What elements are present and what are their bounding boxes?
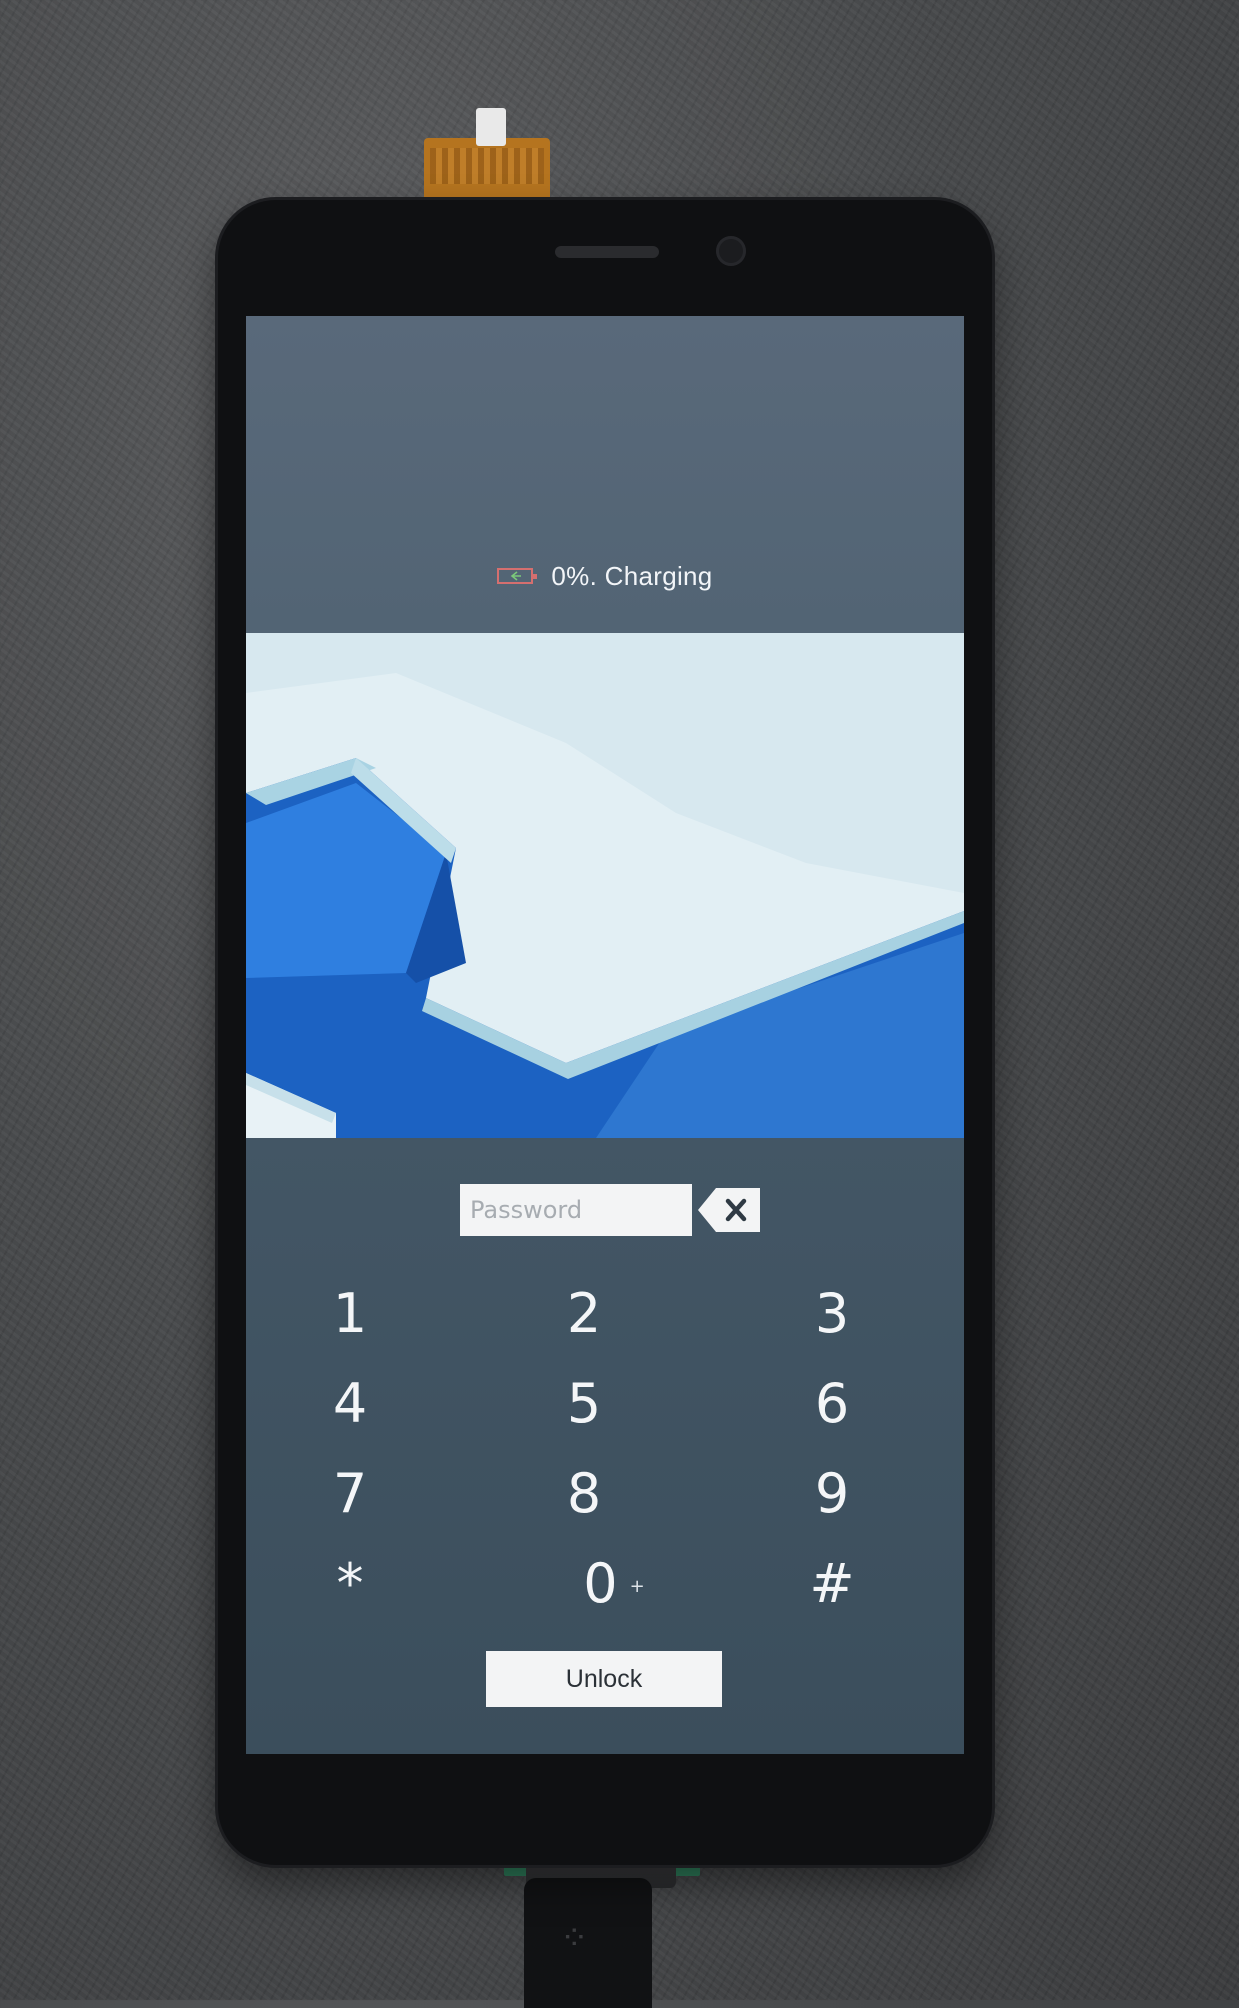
- key-label: 9: [814, 1461, 850, 1525]
- key-label: 7: [332, 1461, 368, 1525]
- lock-screen: 0%. Charging 1 2 3 4 5 6 7 8 9 * 0 + # U…: [246, 316, 964, 1754]
- backspace-icon[interactable]: [698, 1186, 760, 1234]
- key-label: 2: [566, 1281, 602, 1345]
- key-4[interactable]: 4: [290, 1368, 410, 1438]
- key-label: 3: [814, 1281, 850, 1345]
- unlock-button[interactable]: Unlock: [486, 1651, 722, 1707]
- key-label: 5: [566, 1371, 602, 1435]
- usb-cable: ⁘: [524, 1878, 652, 2008]
- key-label: 1: [332, 1281, 368, 1345]
- key-1[interactable]: 1: [290, 1278, 410, 1348]
- phone-device: 0%. Charging 1 2 3 4 5 6 7 8 9 * 0 + # U…: [218, 200, 992, 1865]
- key-9[interactable]: 9: [772, 1458, 892, 1528]
- key-3[interactable]: 3: [772, 1278, 892, 1348]
- key-label: 6: [814, 1371, 850, 1435]
- battery-charging-icon: [497, 568, 538, 584]
- key-label: 8: [566, 1461, 602, 1525]
- front-camera: [716, 236, 746, 266]
- battery-status-text: 0%. Charging: [551, 560, 713, 591]
- key-label: 0: [583, 1551, 618, 1615]
- key-label: #: [809, 1551, 855, 1615]
- key-8[interactable]: 8: [524, 1458, 644, 1528]
- key-hash[interactable]: #: [772, 1548, 892, 1618]
- key-2[interactable]: 2: [524, 1278, 644, 1348]
- usb-logo-icon: ⁘: [560, 1918, 589, 1958]
- unlock-panel: 1 2 3 4 5 6 7 8 9 * 0 + # Unlock: [246, 1138, 964, 1754]
- key-sub-label: +: [629, 1575, 645, 1597]
- key-star[interactable]: *: [290, 1548, 410, 1618]
- battery-status: 0%. Charging: [246, 556, 964, 596]
- key-label: *: [336, 1551, 364, 1615]
- key-0[interactable]: 0 +: [524, 1548, 674, 1618]
- flex-cable: [424, 138, 550, 204]
- key-6[interactable]: 6: [772, 1368, 892, 1438]
- key-label: 4: [332, 1371, 368, 1435]
- status-area: 0%. Charging: [246, 316, 964, 633]
- key-7[interactable]: 7: [290, 1458, 410, 1528]
- key-5[interactable]: 5: [524, 1368, 644, 1438]
- flex-cable-tab: [476, 108, 506, 146]
- wallpaper-image: [246, 633, 964, 1138]
- earpiece: [555, 246, 659, 258]
- password-row: [460, 1184, 760, 1236]
- password-field[interactable]: [460, 1184, 692, 1236]
